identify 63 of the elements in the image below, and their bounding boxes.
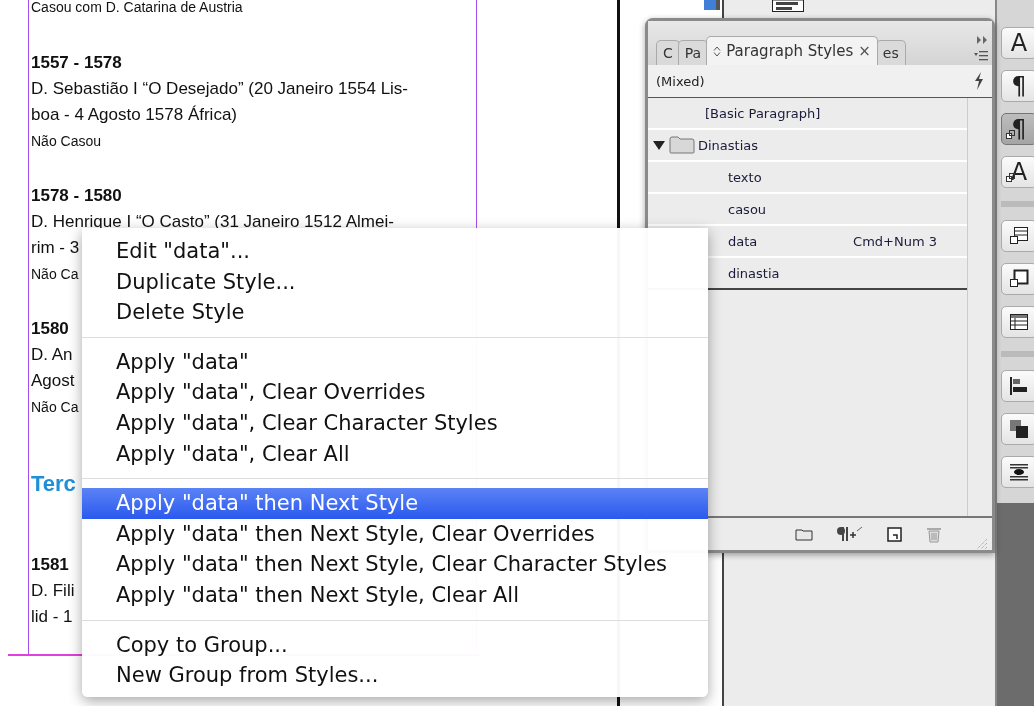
- style-item[interactable]: casou: [648, 194, 967, 226]
- body-text: rim - 3: [31, 237, 80, 259]
- section-heading: Terc: [31, 470, 76, 498]
- cellstyle-button[interactable]: [1001, 220, 1034, 252]
- menu-item[interactable]: Delete Style: [82, 297, 708, 328]
- style-item[interactable]: texto: [648, 162, 967, 194]
- table-icon: [1009, 313, 1029, 331]
- body-text: lid - 1: [31, 606, 73, 628]
- cell-styles-icon: [1009, 226, 1029, 246]
- character-panel-button[interactable]: A: [1001, 27, 1034, 59]
- body-text: D. Fili: [31, 580, 75, 602]
- menu-item[interactable]: Apply "data" then Next Style, Clear All: [82, 579, 708, 611]
- new-style-icon[interactable]: [887, 526, 902, 542]
- marriage-note: Não Ca: [31, 265, 79, 284]
- wrap-button[interactable]: [1001, 456, 1034, 488]
- menu-item[interactable]: Apply "data" then Next Style, Clear Character Styles: [82, 549, 708, 580]
- panel-tab[interactable]: C: [656, 40, 680, 65]
- up-down-arrows-icon[interactable]: [713, 45, 722, 57]
- menu-item[interactable]: Apply "data" then Next Style: [82, 488, 708, 519]
- style-item[interactable]: [Basic Paragraph]: [648, 98, 967, 130]
- toolbar-separator: [1001, 201, 1034, 207]
- folder-icon: [669, 136, 695, 154]
- menu-item[interactable]: Apply "data", Clear Character Styles: [82, 407, 708, 439]
- disclosure-triangle-icon[interactable]: [653, 139, 665, 151]
- marriage-note: Não Ca: [31, 398, 79, 417]
- current-style: (Mixed): [656, 73, 705, 89]
- stack-button[interactable]: [1001, 413, 1034, 445]
- lightning-icon[interactable]: [974, 72, 984, 90]
- menu-item[interactable]: New Group from Styles...: [82, 660, 708, 691]
- menu-item[interactable]: Apply "data", Clear Overrides: [82, 377, 708, 408]
- menu-item[interactable]: Copy to Group...: [82, 629, 708, 661]
- body-text: boa - 4 Agosto 1578 África): [31, 104, 238, 126]
- resize-grip-icon[interactable]: [976, 538, 988, 550]
- partial-toolbar-icon[interactable]: [772, 0, 804, 12]
- align-left-icon: [1009, 376, 1029, 396]
- menu-item[interactable]: Apply "data" then Next Style, Clear Overrides: [82, 518, 708, 550]
- body-text: Agost: [31, 370, 75, 392]
- collapse-icon[interactable]: [976, 36, 988, 44]
- style-group[interactable]: Dinastias: [648, 130, 967, 162]
- marriage-note: Não Casou: [31, 132, 102, 151]
- toolbar-separator: [1001, 351, 1034, 357]
- text-wrap-icon: [1009, 463, 1029, 481]
- menu-item[interactable]: Apply "data": [82, 346, 708, 378]
- stacked-squares-icon: [1009, 419, 1029, 439]
- linked-squares-icon: [1006, 130, 1015, 139]
- menu-item[interactable]: Apply "data", Clear All: [82, 438, 708, 470]
- panel-menu-icon[interactable]: [974, 50, 988, 61]
- clear-overrides-icon[interactable]: [837, 526, 863, 542]
- body-text: D. Sebastião I “O Desejado” (20 Janeiro 1554 Lis-: [31, 78, 409, 100]
- paragraph-panel-button[interactable]: ¶: [1001, 70, 1034, 102]
- reign-years: 1580: [31, 318, 69, 340]
- reign-years: 1578 - 1580: [31, 185, 122, 207]
- table-button[interactable]: [1001, 306, 1034, 338]
- body-text: Casou com D. Catarina de Austria: [31, 0, 243, 14]
- folder-icon[interactable]: [795, 527, 813, 541]
- panel-tab[interactable]: Paragraph Styles ×: [706, 36, 878, 65]
- style-panel-button[interactable]: ¶: [1001, 113, 1034, 145]
- align-button[interactable]: [1001, 370, 1034, 402]
- objectstyle-button[interactable]: [1001, 263, 1034, 295]
- reign-years: 1557 - 1578: [31, 52, 122, 74]
- body-text: D. An: [31, 344, 73, 366]
- body-text: D. Henrique I “O Casto” (31 Janeiro 1512 Almei-: [31, 211, 394, 233]
- reign-years: 1581: [31, 554, 69, 576]
